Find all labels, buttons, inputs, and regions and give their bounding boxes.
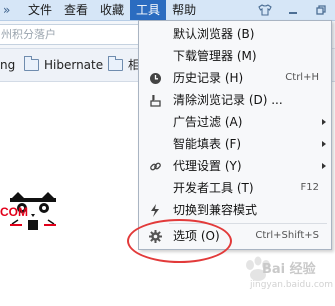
menu-option-label: 智能填表 (F) bbox=[173, 137, 242, 151]
bookmark-item[interactable]: ng bbox=[0, 49, 15, 81]
menu-option-label: 历史记录 (H) bbox=[173, 71, 244, 85]
menu-option-clear-history[interactable]: 清除浏览记录 (D) ... bbox=[139, 89, 331, 111]
bookmark-folder-hibernate[interactable]: Hibernate bbox=[24, 49, 103, 81]
menu-favorites[interactable]: 收藏 bbox=[94, 0, 130, 20]
menu-option-label: 切换到兼容模式 bbox=[173, 203, 258, 217]
clock-icon bbox=[148, 71, 162, 85]
menu-option-default-browser[interactable]: 默认浏览器 (B) bbox=[139, 23, 331, 45]
lightning-icon bbox=[148, 203, 162, 217]
menu-view[interactable]: 查看 bbox=[58, 0, 94, 20]
title-bar: » 文件 查看 收藏 工具 帮助 bbox=[0, 0, 335, 21]
menubar: 文件 查看 收藏 工具 帮助 bbox=[22, 0, 202, 20]
menu-option-label: 代理设置 (Y) bbox=[173, 159, 242, 173]
menu-option-history[interactable]: 历史记录 (H) Ctrl+H bbox=[139, 67, 331, 89]
menu-option-compat-mode[interactable]: 切换到兼容模式 bbox=[139, 199, 331, 221]
menu-tools[interactable]: 工具 bbox=[130, 0, 167, 20]
window-controls bbox=[251, 0, 335, 20]
menu-option-label: 默认浏览器 (B) bbox=[173, 27, 255, 41]
menu-option-download-manager[interactable]: 下载管理器 (M) bbox=[139, 45, 331, 67]
submenu-arrow-icon bbox=[322, 141, 326, 147]
minimize-icon[interactable] bbox=[279, 0, 307, 20]
menu-option-shortcut: Ctrl+H bbox=[285, 72, 319, 83]
watermark-text: Bai 经验 bbox=[262, 262, 316, 277]
menu-option-developer-tools[interactable]: 开发者工具 (T) F12 bbox=[139, 177, 331, 199]
watermark-url: jingyan.baidu.com bbox=[250, 280, 334, 290]
menu-option-proxy-settings[interactable]: 代理设置 (Y) bbox=[139, 155, 331, 177]
menu-option-ad-filter[interactable]: 广告过滤 (A) bbox=[139, 111, 331, 133]
address-input[interactable]: 州积分落户 bbox=[0, 24, 152, 45]
menu-option-label: 广告过滤 (A) bbox=[173, 115, 243, 129]
bookmark-label: Hibernate bbox=[44, 58, 104, 72]
menu-option-label: 开发者工具 (T) bbox=[173, 181, 254, 195]
menubar-overflow-icon[interactable]: » bbox=[3, 0, 17, 20]
bookmark-label: ng bbox=[0, 58, 16, 72]
folder-icon bbox=[108, 56, 123, 71]
menu-option-label: 下载管理器 (M) bbox=[173, 49, 257, 63]
annotation-circle bbox=[127, 219, 232, 263]
submenu-arrow-icon bbox=[322, 119, 326, 125]
bookmark-folder[interactable]: 相 bbox=[108, 49, 140, 81]
restore-icon[interactable] bbox=[307, 0, 335, 20]
menu-option-shortcut: F12 bbox=[300, 182, 319, 193]
submenu-arrow-icon bbox=[322, 163, 326, 169]
menu-file[interactable]: 文件 bbox=[22, 0, 58, 20]
menu-help[interactable]: 帮助 bbox=[166, 0, 202, 20]
tools-menu-dropdown: 默认浏览器 (B) 下载管理器 (M) 历史记录 (H) Ctrl+H 清除浏览… bbox=[138, 20, 332, 250]
menu-option-shortcut: Ctrl+Shift+S bbox=[255, 230, 319, 241]
link-icon bbox=[148, 159, 162, 173]
menu-option-label: 清除浏览记录 (D) ... bbox=[173, 93, 283, 107]
menu-option-smart-fill[interactable]: 智能填表 (F) bbox=[139, 133, 331, 155]
folder-icon bbox=[24, 56, 39, 71]
shirt-skin-icon[interactable] bbox=[251, 0, 279, 20]
clear-history-icon bbox=[148, 93, 162, 107]
logo-text: COM bbox=[0, 205, 28, 219]
